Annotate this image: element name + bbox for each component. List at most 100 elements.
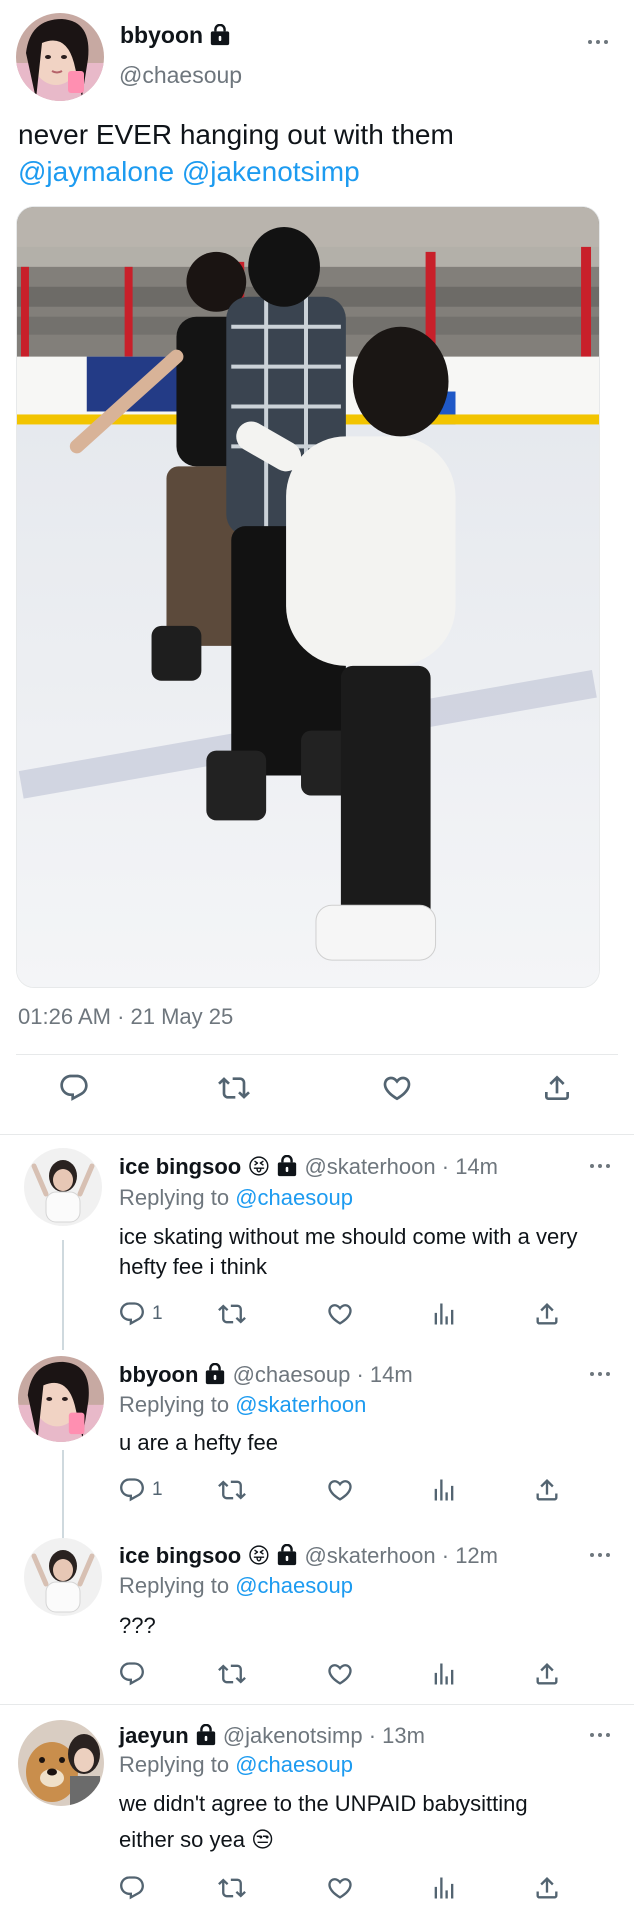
reply-time[interactable]: · 14m	[442, 1154, 498, 1179]
tweet-timestamp[interactable]: 01:26 AM · 21 May 25	[18, 1004, 233, 1030]
lock-icon	[209, 24, 231, 46]
reply-header: ice bingsoo 😝 @skaterhoon · 12m	[119, 1543, 498, 1569]
reply-text: we didn't agree to the UNPAID babysittin…	[119, 1786, 619, 1858]
retweet-icon[interactable]	[218, 1476, 246, 1504]
ice-rink-photo	[17, 207, 599, 987]
reply-handle[interactable]: @skaterhoon	[304, 1154, 435, 1179]
replying-to: Replying to @skaterhoon	[119, 1392, 366, 1418]
retweet-icon[interactable]	[218, 1874, 246, 1902]
like-icon[interactable]	[326, 1476, 354, 1504]
replying-to: Replying to @chaesoup	[119, 1185, 353, 1211]
reply-text-line: either so yea	[119, 1827, 245, 1852]
reply-time[interactable]: · 13m	[369, 1723, 425, 1748]
emoji: 😒	[251, 1827, 275, 1852]
reply-icon[interactable]	[118, 1874, 146, 1902]
like-icon[interactable]	[326, 1874, 354, 1902]
reply-handle[interactable]: @jakenotsimp	[223, 1723, 363, 1748]
author-avatar[interactable]	[16, 13, 104, 101]
reply-header: ice bingsoo 😝 @skaterhoon · 14m	[119, 1154, 498, 1180]
reply-text: u are a hefty fee	[119, 1430, 278, 1455]
retweet-icon[interactable]	[218, 1300, 246, 1328]
reply-text: ice skating without me should come with …	[119, 1224, 578, 1279]
reply-display-name[interactable]: ice bingsoo	[119, 1543, 241, 1568]
reply-avatar-photo	[24, 1148, 102, 1226]
tweet-action-bar	[0, 1072, 634, 1112]
more-options-icon[interactable]	[588, 40, 608, 44]
share-icon[interactable]	[541, 1072, 573, 1109]
reply-handle[interactable]: @skaterhoon	[304, 1543, 435, 1568]
more-options-icon[interactable]	[590, 1372, 610, 1376]
reply-avatar[interactable]	[18, 1356, 104, 1442]
divider	[0, 1704, 634, 1705]
reply-header: jaeyun @jakenotsimp · 13m	[119, 1723, 425, 1749]
reply-action-bar	[0, 1874, 634, 1906]
emoji: 😝	[247, 1543, 271, 1568]
author-avatar-photo	[16, 13, 104, 101]
stats-icon[interactable]	[430, 1660, 458, 1688]
replying-to-link[interactable]: @chaesoup	[235, 1752, 353, 1777]
reply-icon[interactable]: 1	[118, 1476, 163, 1504]
lock-icon	[204, 1363, 226, 1385]
replying-to: Replying to @chaesoup	[119, 1752, 353, 1778]
reply-count: 1	[152, 1479, 163, 1500]
emoji: 😝	[247, 1154, 271, 1179]
stats-icon[interactable]	[430, 1476, 458, 1504]
reply-avatar[interactable]	[24, 1148, 102, 1226]
reply-icon[interactable]	[118, 1660, 146, 1688]
share-icon[interactable]	[533, 1874, 561, 1902]
reply-avatar-photo	[24, 1538, 102, 1616]
reply-avatar[interactable]	[18, 1720, 104, 1806]
divider	[0, 1134, 634, 1135]
more-options-icon[interactable]	[590, 1733, 610, 1737]
reply-avatar-photo	[18, 1720, 104, 1806]
replying-to-label: Replying to	[119, 1573, 230, 1598]
replying-to: Replying to @chaesoup	[119, 1573, 353, 1599]
divider	[16, 1054, 618, 1055]
share-icon[interactable]	[533, 1660, 561, 1688]
reply-display-name[interactable]: bbyoon	[119, 1362, 198, 1387]
lock-icon	[276, 1155, 298, 1177]
reply-time[interactable]: · 12m	[442, 1543, 498, 1568]
replying-to-link[interactable]: @chaesoup	[235, 1185, 353, 1210]
reply-icon[interactable]: 1	[118, 1300, 163, 1328]
retweet-icon[interactable]	[218, 1660, 246, 1688]
author-handle[interactable]: @chaesoup	[119, 62, 242, 89]
replying-to-label: Replying to	[119, 1752, 230, 1777]
stats-icon[interactable]	[430, 1874, 458, 1902]
reply-action-bar: 1	[0, 1300, 634, 1332]
stats-icon[interactable]	[430, 1300, 458, 1328]
mention-link[interactable]: @jaymalone	[18, 156, 174, 187]
reply-text: ???	[119, 1613, 156, 1638]
retweet-icon[interactable]	[218, 1072, 250, 1109]
reply-display-name[interactable]: ice bingsoo	[119, 1154, 241, 1179]
mention-link[interactable]: @jakenotsimp	[182, 156, 360, 187]
reply-text-line: we didn't agree to the UNPAID babysittin…	[119, 1791, 528, 1816]
like-icon[interactable]	[381, 1072, 413, 1109]
reply-header: bbyoon @chaesoup · 14m	[119, 1362, 413, 1388]
share-icon[interactable]	[533, 1300, 561, 1328]
share-icon[interactable]	[533, 1476, 561, 1504]
replying-to-label: Replying to	[119, 1392, 230, 1417]
tweet-body: never EVER hanging out with them	[18, 119, 454, 150]
reply-display-name[interactable]: jaeyun	[119, 1723, 189, 1748]
replying-to-label: Replying to	[119, 1185, 230, 1210]
reply-avatar-photo	[18, 1356, 104, 1442]
more-options-icon[interactable]	[590, 1164, 610, 1168]
reply-count: 1	[152, 1303, 163, 1324]
lock-icon	[195, 1724, 217, 1746]
more-options-icon[interactable]	[590, 1553, 610, 1557]
like-icon[interactable]	[326, 1660, 354, 1688]
lock-icon	[276, 1544, 298, 1566]
replying-to-link[interactable]: @skaterhoon	[235, 1392, 366, 1417]
reply-handle[interactable]: @chaesoup	[233, 1362, 351, 1387]
tweet-text: never EVER hanging out with them @jaymal…	[18, 116, 618, 190]
reply-time[interactable]: · 14m	[356, 1362, 412, 1387]
reply-avatar[interactable]	[24, 1538, 102, 1616]
tweet-photo[interactable]	[16, 206, 600, 988]
reply-action-bar	[0, 1660, 634, 1692]
author-display-name[interactable]: bbyoon	[120, 22, 231, 49]
reply-action-bar: 1	[0, 1476, 634, 1508]
like-icon[interactable]	[326, 1300, 354, 1328]
reply-icon[interactable]	[58, 1072, 90, 1109]
replying-to-link[interactable]: @chaesoup	[235, 1573, 353, 1598]
